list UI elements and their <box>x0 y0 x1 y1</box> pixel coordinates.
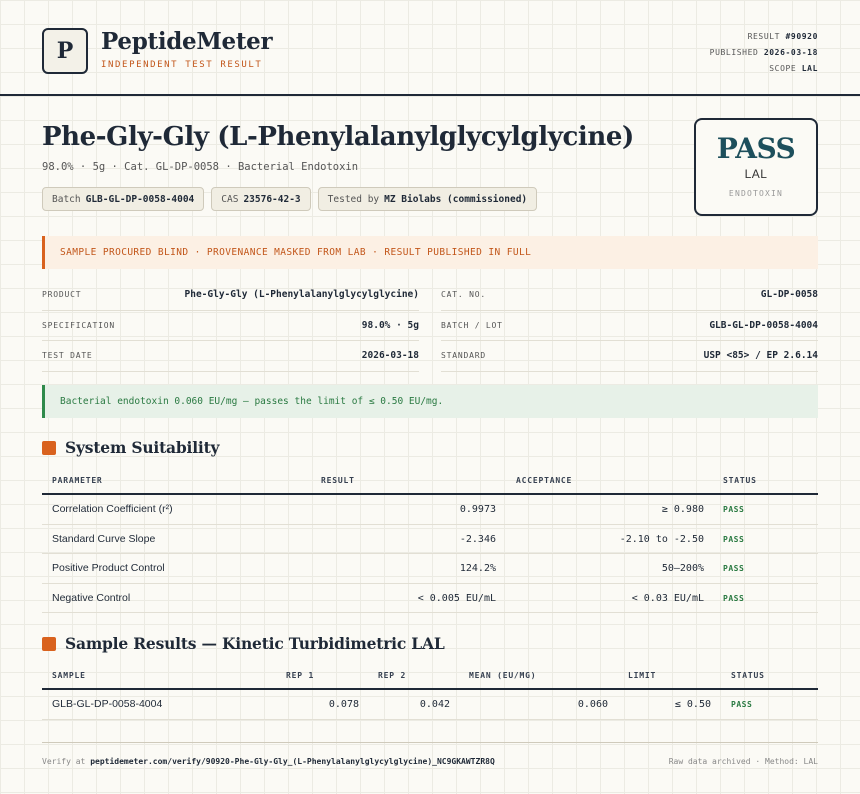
report-meta: RESULT #90920 PUBLISHED 2026-03-18 SCOPE… <box>710 29 818 77</box>
table-header: SAMPLE REP 1 REP 2 MEAN (EU/MG) LIMIT ST… <box>42 661 818 690</box>
status-badge: PASS <box>723 534 745 544</box>
verdict-word: PASS <box>716 132 796 165</box>
meta-scope: SCOPE LAL <box>769 64 818 73</box>
archive-note: Raw data archived · Method: LAL <box>668 757 818 766</box>
report-footer: Verify at peptidemeter.com/verify/90920-… <box>42 742 818 766</box>
brand-name: PeptideMeter <box>101 28 273 55</box>
status-badge: PASS <box>723 593 745 603</box>
blind-notice: SAMPLE PROCURED BLIND · PROVENANCE MASKE… <box>42 236 818 269</box>
table-header: PARAMETER RESULT ACCEPTANCE STATUS <box>42 466 818 495</box>
report-header: P PeptideMeter INDEPENDENT TEST RESULT R… <box>0 0 860 96</box>
product-chips: Batch GLB-GL-DP-0058-4004 CAS 23576-42-3 T… <box>42 187 538 211</box>
brand-tagline: INDEPENDENT TEST RESULT <box>101 60 263 70</box>
info-row: BATCH / LOT GLB-GL-DP-0058-4004 <box>441 311 818 341</box>
info-row: STANDARD USP <85> / EP 2.6.14 <box>441 341 818 372</box>
section-marker-icon <box>42 636 56 651</box>
verdict-category: ENDOTOXIN <box>728 189 784 198</box>
meta-result: RESULT #90920 <box>747 32 818 41</box>
table-row: Negative Control < 0.005 EU/mL < 0.03 EU… <box>42 584 818 613</box>
summary-notice: Bacterial endotoxin 0.060 EU/mg — passes… <box>42 385 818 418</box>
table-row: Standard Curve Slope -2.346 -2.10 to -2.… <box>42 525 818 554</box>
status-badge: PASS <box>731 700 753 709</box>
suitability-heading: System Suitability <box>42 438 220 457</box>
chip-tested-by: Tested by MZ Biolabs (commissioned) <box>317 187 538 211</box>
info-right: CAT. NO. GL-DP-0058 BATCH / LOT GLB-GL-DP-… <box>441 280 818 372</box>
status-badge: PASS <box>723 564 745 573</box>
product-subtitle: 98.0% · 5g · Cat. GL-DP-0058 · Bacterial… <box>42 161 359 173</box>
table-row: Positive Product Control 124.2% 50–200% … <box>42 554 818 584</box>
samples-heading: Sample Results — Kinetic Turbidimetric L… <box>42 634 445 653</box>
status-badge: PASS <box>723 505 745 514</box>
product-title: Phe-Gly-Gly (L-Phenylalanylglycylglycine… <box>42 122 634 152</box>
verdict-method: LAL <box>744 167 768 181</box>
info-row: TEST DATE 2026-03-18 <box>42 341 419 372</box>
info-row: SPECIFICATION 98.0% · 5g <box>42 311 419 341</box>
table-row: Correlation Coefficient (r²) 0.9973 ≥ 0.… <box>42 495 818 525</box>
suitability-table: PARAMETER RESULT ACCEPTANCE STATUS Corre… <box>42 466 818 613</box>
info-row: PRODUCT Phe-Gly-Gly (L-Phenylalanylglycyl… <box>42 280 419 311</box>
verify-line: Verify at peptidemeter.com/verify/90920-… <box>42 757 495 766</box>
section-marker-icon <box>42 440 56 455</box>
info-row: CAT. NO. GL-DP-0058 <box>441 280 818 311</box>
verdict-stamp: PASS LAL ENDOTOXIN <box>694 118 818 216</box>
verify-link[interactable]: peptidemeter.com/verify/90920-Phe-Gly-Gl… <box>90 757 495 766</box>
chip-cas: CAS 23576-42-3 <box>211 187 311 211</box>
logo-icon: P <box>42 28 88 74</box>
info-left: PRODUCT Phe-Gly-Gly (L-Phenylalanylglycyl… <box>42 280 419 372</box>
meta-published: PUBLISHED 2026-03-18 <box>709 48 818 57</box>
chip-batch: Batch GLB-GL-DP-0058-4004 <box>42 187 205 211</box>
samples-table: SAMPLE REP 1 REP 2 MEAN (EU/MG) LIMIT ST… <box>42 661 818 720</box>
table-row: GLB-GL-DP-0058-4004 0.078 0.042 0.060 ≤ … <box>42 690 818 720</box>
